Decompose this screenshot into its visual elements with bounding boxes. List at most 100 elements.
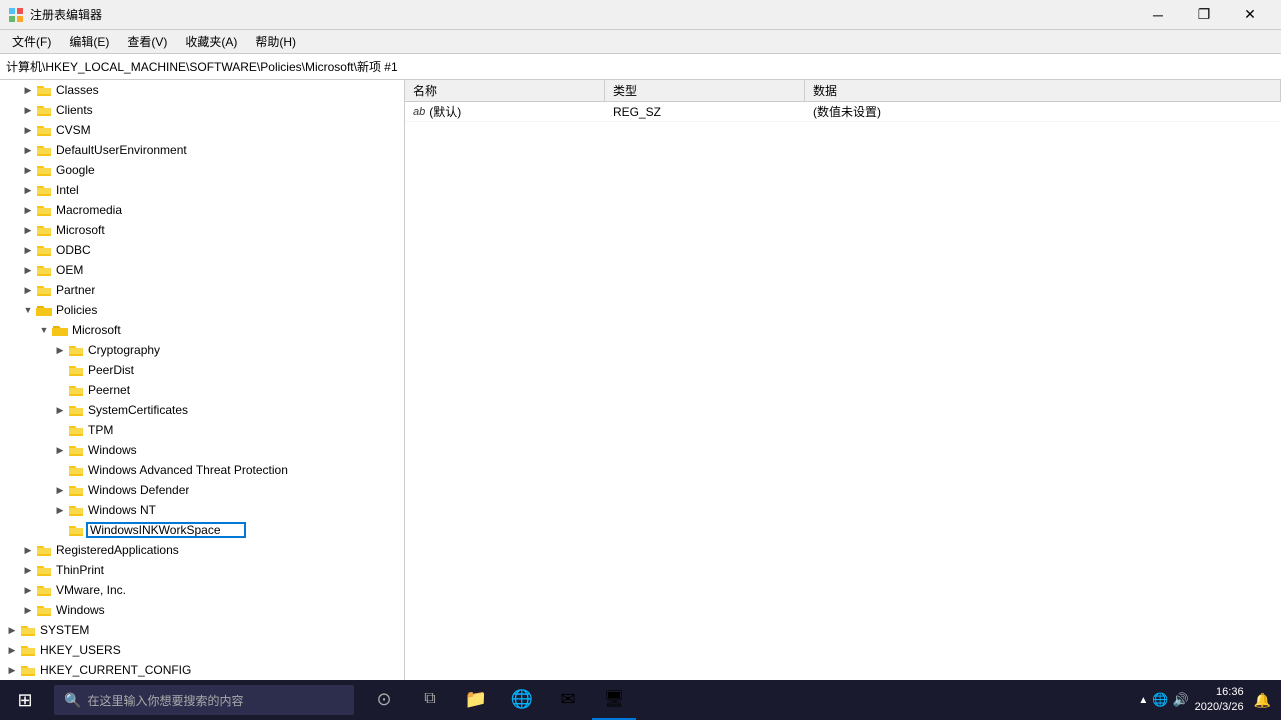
notifications-icon[interactable]: 🔔 bbox=[1254, 692, 1271, 709]
expand-thinprint[interactable]: ▶ bbox=[20, 562, 36, 578]
tree-item-system[interactable]: ▶ SYSTEM bbox=[0, 620, 404, 640]
tree-item-oem[interactable]: ▶ OEM bbox=[0, 260, 404, 280]
folder-icon-hkey-users bbox=[20, 643, 36, 657]
expand-clients[interactable]: ▶ bbox=[20, 102, 36, 118]
folder-icon-windefender bbox=[68, 483, 84, 497]
minimize-button[interactable]: ─ bbox=[1135, 0, 1181, 30]
restore-button[interactable]: ❐ bbox=[1181, 0, 1227, 30]
folder-icon-windowsinkworkspace bbox=[68, 523, 84, 537]
tree-item-registeredapps[interactable]: ▶ RegisteredApplications bbox=[0, 540, 404, 560]
expand-policies[interactable]: ▼ bbox=[20, 302, 36, 318]
tree-item-cryptography[interactable]: ▶ Cryptography bbox=[0, 340, 404, 360]
title-bar: 注册表编辑器 ─ ❐ ✕ bbox=[0, 0, 1281, 30]
expand-microsoft-top[interactable]: ▶ bbox=[20, 222, 36, 238]
expand-windefender[interactable]: ▶ bbox=[52, 482, 68, 498]
tree-scroll[interactable]: ▶ Classes ▶ Clients ▶ CVSM ▶ DefaultUser… bbox=[0, 80, 404, 680]
right-row-default[interactable]: ab (默认) REG_SZ (数值未设置) bbox=[405, 102, 1281, 122]
expand-macromedia[interactable]: ▶ bbox=[20, 202, 36, 218]
menu-help[interactable]: 帮助(H) bbox=[247, 31, 304, 52]
tree-item-peerdist[interactable]: PeerDist bbox=[0, 360, 404, 380]
tree-item-peernet[interactable]: Peernet bbox=[0, 380, 404, 400]
tree-item-hkey-current-config[interactable]: ▶ HKEY_CURRENT_CONFIG bbox=[0, 660, 404, 680]
tree-item-google[interactable]: ▶ Google bbox=[0, 160, 404, 180]
tree-item-policies[interactable]: ▼ Policies bbox=[0, 300, 404, 320]
tree-item-tpm[interactable]: TPM bbox=[0, 420, 404, 440]
tree-item-hkey-users[interactable]: ▶ HKEY_USERS bbox=[0, 640, 404, 660]
expand-partner[interactable]: ▶ bbox=[20, 282, 36, 298]
tree-item-odbc[interactable]: ▶ ODBC bbox=[0, 240, 404, 260]
col-header-name: 名称 bbox=[405, 80, 605, 101]
right-panel: 名称 类型 数据 ab (默认) REG_SZ (数值未设置) bbox=[405, 80, 1281, 680]
tree-item-partner[interactable]: ▶ Partner bbox=[0, 280, 404, 300]
folder-icon-partner bbox=[36, 283, 52, 297]
folder-icon-registeredapps bbox=[36, 543, 52, 557]
taskbar-app-regedit[interactable]: 🖥 bbox=[592, 680, 636, 720]
tray-arrow[interactable]: ▲ bbox=[1138, 695, 1148, 706]
expand-hkey-current-config[interactable]: ▶ bbox=[4, 662, 20, 678]
expand-systemcerts[interactable]: ▶ bbox=[52, 402, 68, 418]
expand-policies-microsoft[interactable]: ▼ bbox=[36, 322, 52, 338]
menu-file[interactable]: 文件(F) bbox=[4, 31, 59, 52]
folder-icon-policies-microsoft bbox=[52, 323, 68, 337]
tree-item-windowsnt[interactable]: ▶ Windows NT bbox=[0, 500, 404, 520]
expand-defaultuserenv[interactable]: ▶ bbox=[20, 142, 36, 158]
tree-item-windefender[interactable]: ▶ Windows Defender bbox=[0, 480, 404, 500]
expand-google[interactable]: ▶ bbox=[20, 162, 36, 178]
tree-item-windowsinkworkspace[interactable] bbox=[0, 520, 404, 540]
tree-item-windows-top[interactable]: ▶ Windows bbox=[0, 600, 404, 620]
expand-windows-top[interactable]: ▶ bbox=[20, 602, 36, 618]
tree-item-vmware[interactable]: ▶ VMware, Inc. bbox=[0, 580, 404, 600]
tree-item-defaultuserenv[interactable]: ▶ DefaultUserEnvironment bbox=[0, 140, 404, 160]
tree-item-windows-pol[interactable]: ▶ Windows bbox=[0, 440, 404, 460]
taskbar-app-mail[interactable]: ✉ bbox=[546, 680, 590, 720]
menu-edit[interactable]: 编辑(E) bbox=[61, 31, 117, 52]
expand-system[interactable]: ▶ bbox=[4, 622, 20, 638]
folder-icon-policies bbox=[36, 303, 52, 317]
expand-hkey-users[interactable]: ▶ bbox=[4, 642, 20, 658]
taskbar-app-taskview[interactable]: ⧉ bbox=[408, 680, 452, 720]
expand-classes[interactable]: ▶ bbox=[20, 82, 36, 98]
tree-item-policies-microsoft[interactable]: ▼ Microsoft bbox=[0, 320, 404, 340]
expand-cvsm[interactable]: ▶ bbox=[20, 122, 36, 138]
start-button[interactable]: ⊞ bbox=[0, 680, 50, 720]
tree-label-thinprint: ThinPrint bbox=[54, 563, 104, 577]
expand-registeredapps[interactable]: ▶ bbox=[20, 542, 36, 558]
taskbar-app-cortana[interactable]: ⊙ bbox=[362, 680, 406, 720]
menu-view[interactable]: 查看(V) bbox=[119, 31, 175, 52]
expand-cryptography[interactable]: ▶ bbox=[52, 342, 68, 358]
expand-intel[interactable]: ▶ bbox=[20, 182, 36, 198]
expand-odbc[interactable]: ▶ bbox=[20, 242, 36, 258]
folder-icon-thinprint bbox=[36, 563, 52, 577]
tree-item-clients[interactable]: ▶ Clients bbox=[0, 100, 404, 120]
expand-windows-pol[interactable]: ▶ bbox=[52, 442, 68, 458]
tree-label-hkey-current-config: HKEY_CURRENT_CONFIG bbox=[38, 663, 191, 677]
tree-label-peerdist: PeerDist bbox=[86, 363, 134, 377]
taskbar-app-edge[interactable]: 🌐 bbox=[500, 680, 544, 720]
tree-item-microsoft-top[interactable]: ▶ Microsoft bbox=[0, 220, 404, 240]
tree-item-watp[interactable]: Windows Advanced Threat Protection bbox=[0, 460, 404, 480]
taskbar: ⊞ 🔍 在这里输入你想要搜索的内容 ⊙ ⧉ 📁 🌐 ✉ 🖥 ▲ 🌐 🔊 bbox=[0, 680, 1281, 720]
folder-icon-odbc bbox=[36, 243, 52, 257]
tree-item-thinprint[interactable]: ▶ ThinPrint bbox=[0, 560, 404, 580]
tree-item-systemcerts[interactable]: ▶ SystemCertificates bbox=[0, 400, 404, 420]
tree-item-macromedia[interactable]: ▶ Macromedia bbox=[0, 200, 404, 220]
taskbar-app-explorer[interactable]: 📁 bbox=[454, 680, 498, 720]
tree-item-classes[interactable]: ▶ Classes bbox=[0, 80, 404, 100]
clock-time: 16:36 bbox=[1195, 685, 1244, 700]
folder-icon-windowsnt bbox=[68, 503, 84, 517]
expand-windowsnt[interactable]: ▶ bbox=[52, 502, 68, 518]
folder-icon-google bbox=[36, 163, 52, 177]
tree-item-intel[interactable]: ▶ Intel bbox=[0, 180, 404, 200]
close-button[interactable]: ✕ bbox=[1227, 0, 1273, 30]
expand-oem[interactable]: ▶ bbox=[20, 262, 36, 278]
taskview-icon: ⧉ bbox=[424, 690, 435, 708]
address-value: 计算机\HKEY_LOCAL_MACHINE\SOFTWARE\Policies… bbox=[6, 58, 398, 75]
menu-favorites[interactable]: 收藏夹(A) bbox=[177, 31, 245, 52]
cortana-icon: ⊙ bbox=[376, 689, 391, 710]
rename-input-windowsinkworkspace[interactable] bbox=[86, 522, 246, 538]
taskbar-search[interactable]: 🔍 在这里输入你想要搜索的内容 bbox=[54, 685, 354, 715]
tree-item-cvsm[interactable]: ▶ CVSM bbox=[0, 120, 404, 140]
expand-vmware[interactable]: ▶ bbox=[20, 582, 36, 598]
clock[interactable]: 16:36 2020/3/26 bbox=[1195, 685, 1244, 716]
mail-icon: ✉ bbox=[560, 689, 575, 710]
